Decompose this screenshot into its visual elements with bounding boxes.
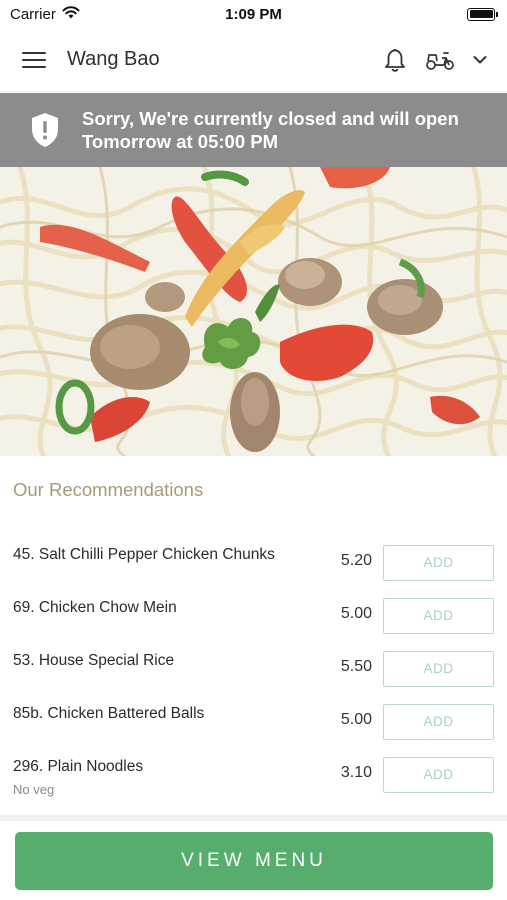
add-button[interactable]: ADD [383,598,494,634]
list-item: 53. House Special Rice 5.50 ADD [0,636,507,689]
restaurant-name: Wang Bao [67,48,160,70]
status-bar: Carrier 1:09 PM [0,0,507,28]
item-price: 5.00 [340,711,372,728]
item-price: 5.20 [340,552,372,569]
bottom-divider [0,815,507,821]
list-item: 45. Salt Chilli Pepper Chicken Chunks 5.… [0,530,507,583]
item-name: 45. Salt Chilli Pepper Chicken Chunks [13,546,275,563]
add-button[interactable]: ADD [383,757,494,793]
closed-message-line1: Sorry, We're currently closed and will o… [82,108,459,129]
list-item: 296. Plain Noodles No veg 3.10 ADD [0,742,507,797]
item-name: 296. Plain Noodles [13,758,144,775]
list-item: 69. Chicken Chow Mein 5.00 ADD [0,583,507,636]
item-name: 53. House Special Rice [13,652,175,669]
carrier-label: Carrier [10,5,56,23]
item-price: 3.10 [340,764,372,781]
battery-icon [467,7,498,21]
list-item: 85b. Chicken Battered Balls 5.00 ADD [0,689,507,742]
status-left: Carrier [10,6,80,23]
add-button[interactable]: ADD [383,651,494,687]
item-name: 69. Chicken Chow Mein [13,599,177,616]
item-name: 85b. Chicken Battered Balls [13,705,205,722]
hero-food-image [0,167,507,456]
item-price: 5.50 [340,658,372,675]
bell-icon[interactable] [383,47,407,73]
add-button[interactable]: ADD [383,704,494,740]
shield-alert-icon [32,113,58,147]
closed-message: Sorry, We're currently closed and will o… [82,107,459,153]
closed-message-line2: Tomorrow at 05:00 PM [82,131,279,152]
recommendations-title: Our Recommendations [13,479,204,500]
wifi-icon [62,5,80,23]
item-price: 5.00 [340,605,372,622]
nav-actions [383,47,487,73]
top-nav-bar: Wang Bao [0,28,507,92]
recommendations-list: 45. Salt Chilli Pepper Chicken Chunks 5.… [0,530,507,797]
closed-notice-banner: Sorry, We're currently closed and will o… [0,93,507,167]
delivery-scooter-icon[interactable] [425,48,455,72]
view-menu-button[interactable]: VIEW MENU [15,832,493,890]
hamburger-menu-icon[interactable] [22,48,46,72]
item-note: No veg [13,782,55,797]
chevron-down-icon[interactable] [473,55,487,65]
add-button[interactable]: ADD [383,545,494,581]
